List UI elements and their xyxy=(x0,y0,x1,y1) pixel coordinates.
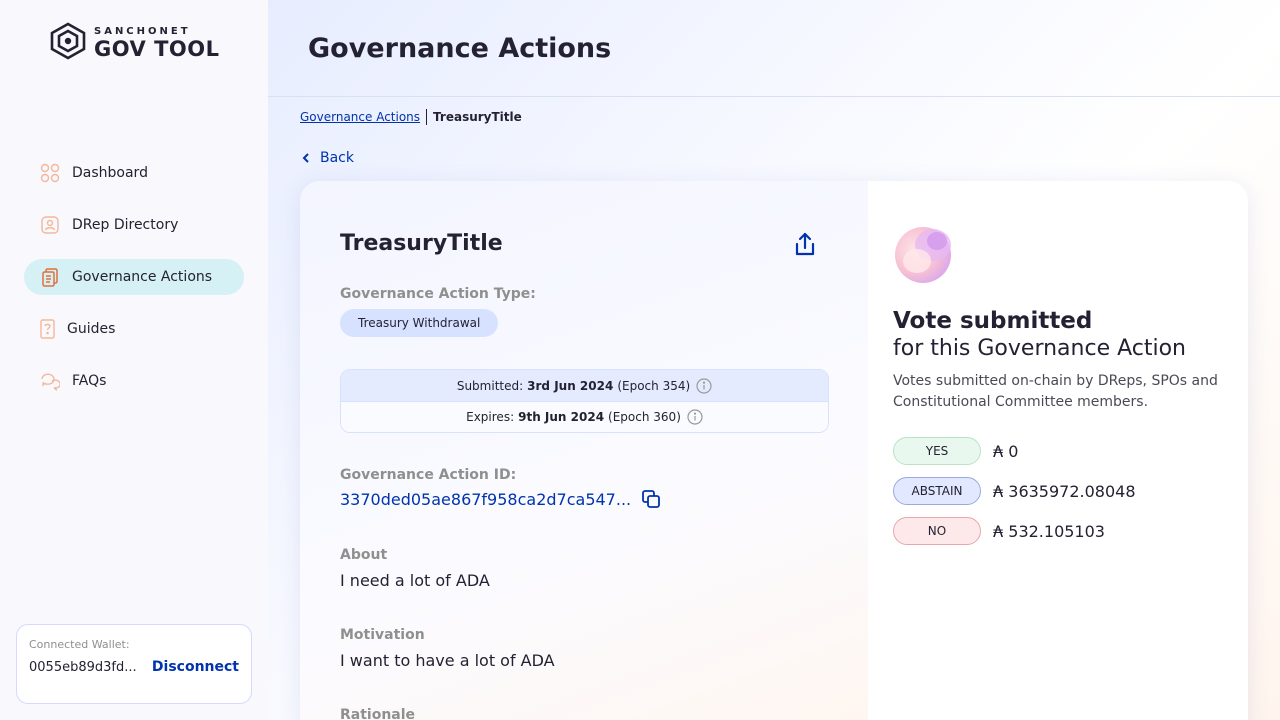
action-details: TreasuryTitle Governance Action Type: Tr… xyxy=(300,181,868,720)
vote-panel: Vote submitted for this Governance Actio… xyxy=(868,181,1248,720)
logo[interactable]: SANCHONET GOV TOOL xyxy=(48,22,220,64)
faqs-icon xyxy=(40,371,60,391)
guides-icon xyxy=(40,319,55,339)
governance-actions-icon xyxy=(40,267,60,287)
yes-value: ₳ 0 xyxy=(993,441,1019,461)
vote-orb-icon xyxy=(893,221,957,285)
disconnect-button[interactable]: Disconnect xyxy=(152,659,239,675)
vote-description: Votes submitted on-chain by DReps, SPOs … xyxy=(893,373,1218,410)
expires-row: Expires: 9th Jun 2024 (Epoch 360) xyxy=(341,401,828,432)
sidebar-item-label: FAQs xyxy=(72,373,107,389)
no-value: ₳ 532.105103 xyxy=(993,521,1105,541)
sidebar-item-guides[interactable]: Guides xyxy=(24,311,244,347)
logo-hex-icon xyxy=(48,22,88,64)
action-id-value[interactable]: 3370ded05ae867f958ca2d7ca547... xyxy=(340,490,631,509)
sidebar: SANCHONET GOV TOOL Dashboard DRep Direct… xyxy=(0,0,268,720)
sidebar-item-drep-directory[interactable]: DRep Directory xyxy=(24,207,244,243)
dates-box: Submitted: 3rd Jun 2024 (Epoch 354) Expi… xyxy=(340,369,829,433)
expires-date: 9th Jun 2024 xyxy=(518,410,605,424)
sidebar-item-label: Dashboard xyxy=(72,165,148,181)
vote-title: Vote submitted xyxy=(893,308,1093,334)
sidebar-item-dashboard[interactable]: Dashboard xyxy=(24,155,244,191)
abstain-badge: ABSTAIN xyxy=(893,477,981,505)
motivation-value: I want to have a lot of ADA xyxy=(340,651,555,670)
sidebar-item-label: DRep Directory xyxy=(72,217,179,233)
submitted-date: 3rd Jun 2024 xyxy=(527,378,614,393)
yes-badge: YES xyxy=(893,437,981,465)
submitted-row: Submitted: 3rd Jun 2024 (Epoch 354) xyxy=(341,370,828,401)
about-label: About xyxy=(340,547,388,563)
submitted-epoch: (Epoch 354) xyxy=(617,378,691,393)
wallet-address: 0055eb89d3fd... xyxy=(29,659,137,675)
sidebar-item-label: Guides xyxy=(67,321,116,337)
breadcrumb-current: TreasuryTitle xyxy=(433,110,522,124)
action-id-row: 3370ded05ae867f958ca2d7ca547... xyxy=(340,489,661,509)
wallet-label: Connected Wallet: xyxy=(29,638,130,651)
top-bar: Governance Actions xyxy=(268,0,1280,97)
sidebar-nav: Dashboard DRep Directory Governance Acti… xyxy=(24,155,244,415)
action-title: TreasuryTitle xyxy=(340,231,503,256)
breadcrumb: Governance Actions TreasuryTitle xyxy=(300,109,522,125)
breadcrumb-link-governance-actions[interactable]: Governance Actions xyxy=(300,110,420,124)
share-icon[interactable] xyxy=(792,231,818,259)
logo-subtitle: SANCHONET xyxy=(94,25,191,37)
vote-row-no: NO ₳ 532.105103 xyxy=(893,517,1223,545)
sidebar-item-governance-actions[interactable]: Governance Actions xyxy=(24,259,244,295)
sidebar-item-label: Governance Actions xyxy=(72,269,213,285)
rationale-label: Rationale xyxy=(340,707,416,720)
abstain-value: ₳ 3635972.08048 xyxy=(993,481,1136,501)
submitted-label: Submitted: xyxy=(456,378,524,393)
vote-row-yes: YES ₳ 0 xyxy=(893,437,1223,465)
sidebar-item-faqs[interactable]: FAQs xyxy=(24,363,244,399)
logo-title: GOV TOOL xyxy=(94,36,220,61)
info-icon[interactable] xyxy=(696,377,712,394)
chevron-left-icon xyxy=(300,152,312,164)
vote-results: YES ₳ 0 ABSTAIN ₳ 3635972.08048 NO ₳ 532… xyxy=(893,437,1223,545)
breadcrumb-divider xyxy=(426,109,428,125)
expires-epoch: (Epoch 360) xyxy=(608,410,681,424)
back-label: Back xyxy=(320,150,354,166)
vote-subtitle: for this Governance Action xyxy=(893,336,1186,361)
action-type-chip: Treasury Withdrawal xyxy=(340,309,499,337)
info-icon[interactable] xyxy=(687,409,703,425)
vote-row-abstain: ABSTAIN ₳ 3635972.08048 xyxy=(893,477,1223,505)
expires-label: Expires: xyxy=(466,410,515,424)
action-id-label: Governance Action ID: xyxy=(340,467,517,483)
connected-wallet-panel: Connected Wallet: 0055eb89d3fd... Discon… xyxy=(16,624,252,704)
main-content: Governance Actions Governance Actions Tr… xyxy=(268,0,1280,720)
action-type-label: Governance Action Type: xyxy=(340,286,536,302)
no-badge: NO xyxy=(893,517,981,545)
copy-icon[interactable] xyxy=(641,489,661,509)
motivation-label: Motivation xyxy=(340,627,425,643)
drep-directory-icon xyxy=(40,215,60,235)
about-value: I need a lot of ADA xyxy=(340,571,490,590)
dashboard-icon xyxy=(40,163,60,183)
page-title: Governance Actions xyxy=(308,32,612,64)
back-button[interactable]: Back xyxy=(300,150,354,166)
governance-action-card: TreasuryTitle Governance Action Type: Tr… xyxy=(300,181,1248,720)
